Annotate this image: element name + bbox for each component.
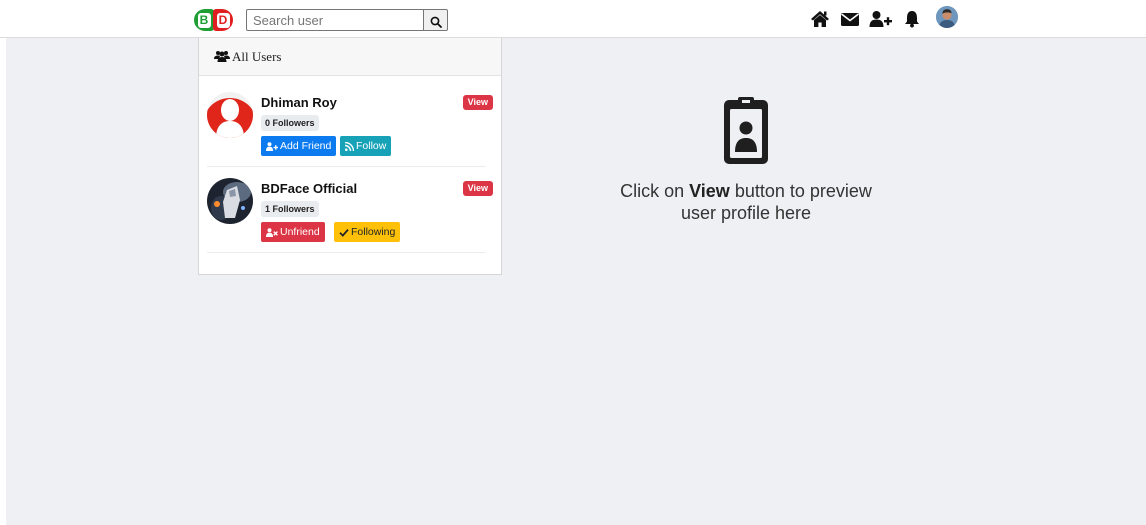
- profile-avatar[interactable]: [936, 6, 958, 28]
- bdface-avatar-image: [207, 178, 253, 224]
- check-icon: [339, 229, 349, 237]
- user-avatar[interactable]: [207, 178, 253, 224]
- logo-letter-d: D: [216, 13, 230, 28]
- home-icon: [811, 11, 829, 27]
- all-users-panel: All Users Dhiman Roy 0 Followers View Ad…: [198, 38, 502, 275]
- user-list-item: BDFace Official 1 Followers View Unfrien…: [207, 166, 493, 253]
- user-list-item: Dhiman Roy 0 Followers View Add Friend F…: [207, 80, 493, 167]
- bell-icon: [905, 11, 919, 28]
- panel-header: All Users: [199, 38, 501, 76]
- messages-button[interactable]: [840, 6, 864, 32]
- add-friend-button[interactable]: Add Friend: [261, 136, 337, 156]
- search-form: [246, 9, 448, 31]
- view-profile-button[interactable]: View: [462, 95, 493, 110]
- unfriend-label: Unfriend: [280, 226, 320, 238]
- user-plus-icon: [266, 142, 278, 151]
- logo-letter-b: B: [197, 13, 211, 28]
- preview-msg-line2: user profile here: [680, 203, 812, 223]
- user-times-icon: [266, 228, 278, 237]
- friend-requests-button[interactable]: [869, 6, 893, 32]
- followers-count: 0 Followers: [261, 115, 319, 131]
- envelope-icon: [841, 13, 859, 26]
- user-name[interactable]: Dhiman Roy: [261, 95, 337, 110]
- brand-logo[interactable]: B D: [194, 9, 234, 31]
- users-icon: [214, 51, 230, 62]
- followers-count: 1 Followers: [261, 201, 319, 217]
- preview-message: Click on View button to preview user pro…: [566, 180, 926, 224]
- following-label: Following: [351, 226, 396, 238]
- preview-msg-suffix: button to preview: [729, 181, 872, 201]
- preview-msg-prefix: Click on: [620, 181, 690, 201]
- rss-icon: [344, 141, 355, 152]
- search-icon: [430, 16, 442, 28]
- preview-msg-bold: View: [689, 181, 730, 201]
- user-avatar[interactable]: [207, 92, 253, 138]
- profile-preview-placeholder: Click on View button to preview user pro…: [566, 96, 926, 224]
- notifications-button[interactable]: [903, 6, 927, 32]
- follow-button[interactable]: Follow: [340, 136, 392, 156]
- default-avatar-icon: [207, 92, 253, 138]
- following-button[interactable]: Following: [334, 222, 401, 242]
- user-name[interactable]: BDFace Official: [261, 181, 357, 196]
- search-button[interactable]: [423, 9, 448, 31]
- follow-label: Follow: [356, 140, 387, 152]
- user-plus-icon: [869, 11, 892, 27]
- main-content: All Users Dhiman Roy 0 Followers View Ad…: [6, 38, 1146, 525]
- panel-title: All Users: [232, 49, 282, 64]
- home-button[interactable]: [810, 6, 834, 32]
- top-navbar: B D: [0, 0, 1146, 38]
- id-badge-icon: [724, 97, 768, 164]
- add-friend-label: Add Friend: [280, 140, 332, 152]
- search-input[interactable]: [246, 9, 424, 31]
- avatar: [936, 6, 958, 28]
- view-profile-button[interactable]: View: [462, 181, 493, 196]
- unfriend-button[interactable]: Unfriend: [261, 222, 325, 242]
